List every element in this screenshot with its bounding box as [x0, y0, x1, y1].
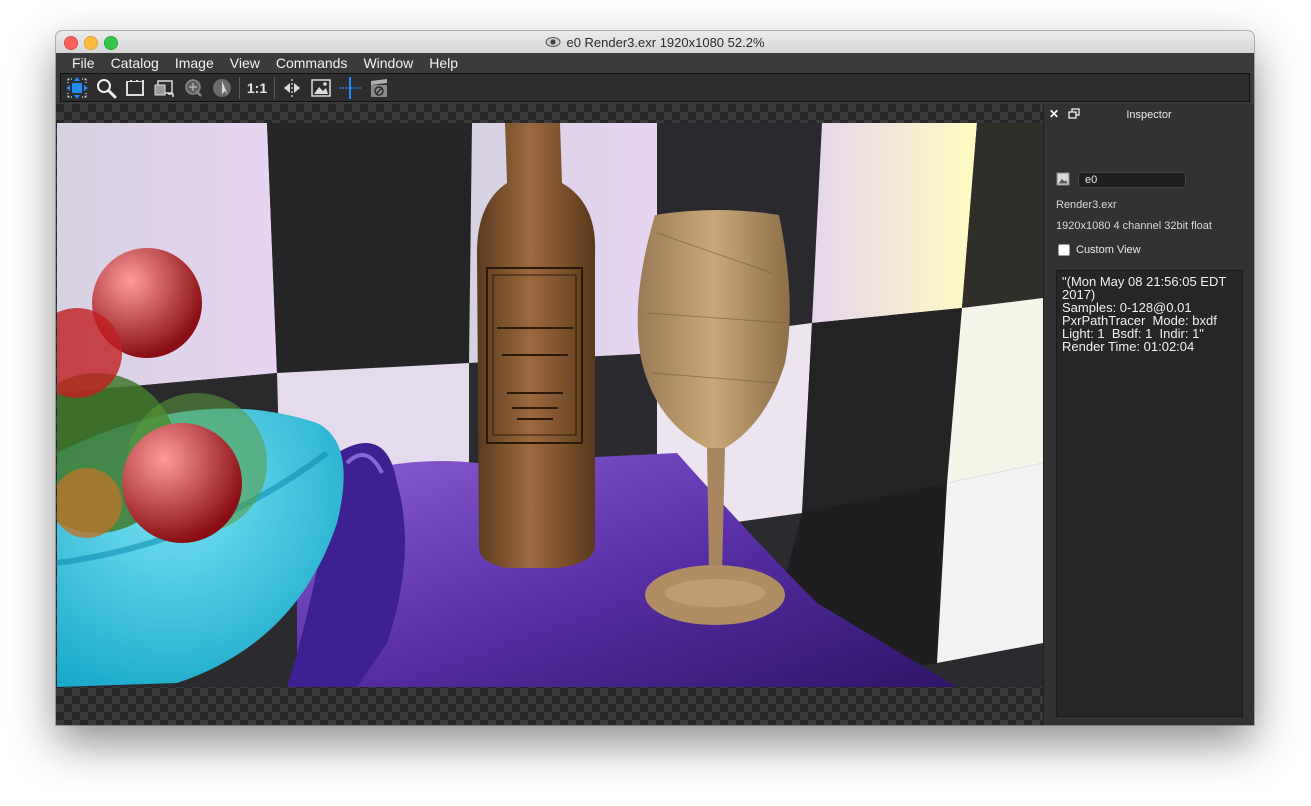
- color-picker-tool-button[interactable]: [209, 76, 235, 100]
- region-tool-button[interactable]: [151, 76, 177, 100]
- eye-icon: [545, 37, 561, 47]
- rendered-scene-image: [57, 123, 1043, 687]
- toolbar-divider: [274, 76, 275, 99]
- image-info-label: 1920x1080 4 channel 32bit float: [1056, 220, 1212, 232]
- menu-image[interactable]: Image: [167, 53, 222, 73]
- inspector-header: ✕ Inspector: [1044, 104, 1254, 126]
- menu-help[interactable]: Help: [421, 53, 466, 73]
- region-icon: [154, 79, 174, 97]
- menu-catalog[interactable]: Catalog: [103, 53, 167, 73]
- clapper-button[interactable]: [366, 76, 392, 100]
- image-view-button[interactable]: [308, 76, 334, 100]
- file-name-label: Render3.exr: [1056, 199, 1117, 211]
- zoom-icon: [97, 78, 117, 98]
- window-title: e0 Render3.exr 1920x1080 52.2%: [566, 34, 765, 50]
- custom-view-label: Custom View: [1076, 244, 1141, 256]
- image-viewport[interactable]: [56, 104, 1043, 725]
- window-title-wrap: e0 Render3.exr 1920x1080 52.2%: [56, 31, 1254, 53]
- crop-icon: [126, 78, 144, 96]
- one-to-one-button[interactable]: 1:1: [244, 76, 270, 100]
- menu-window[interactable]: Window: [355, 53, 421, 73]
- image-icon: [1056, 172, 1070, 186]
- menu-file[interactable]: File: [64, 53, 103, 73]
- title-bar[interactable]: e0 Render3.exr 1920x1080 52.2%: [56, 31, 1254, 54]
- magnify-region-tool-button[interactable]: [180, 76, 206, 100]
- crosshair-icon: [339, 76, 361, 99]
- image-name-field[interactable]: [1078, 172, 1186, 188]
- pan-icon: [66, 76, 88, 99]
- metadata-text-area[interactable]: "(Mon May 08 21:56:05 EDT 2017) Samples:…: [1056, 270, 1243, 717]
- toolbar: 1:1: [60, 73, 1250, 102]
- one-to-one-label: 1:1: [246, 79, 268, 96]
- menu-commands[interactable]: Commands: [268, 53, 356, 73]
- toolbar-divider: [239, 76, 240, 99]
- crosshair-button[interactable]: [337, 76, 363, 100]
- crop-tool-button[interactable]: [122, 76, 148, 100]
- zoom-tool-button[interactable]: [93, 76, 119, 100]
- pan-tool-button[interactable]: [64, 76, 90, 100]
- flip-button[interactable]: [279, 76, 305, 100]
- clapper-icon: [371, 78, 387, 97]
- magnify-region-icon: [185, 78, 202, 97]
- menu-bar: File Catalog Image View Commands Window …: [56, 53, 1254, 73]
- inspector-title: Inspector: [1126, 109, 1172, 121]
- flip-icon: [284, 78, 300, 97]
- render-image[interactable]: [57, 123, 1043, 687]
- custom-view-checkbox[interactable]: [1058, 244, 1070, 256]
- image-icon: [311, 78, 331, 97]
- menu-view[interactable]: View: [222, 53, 268, 73]
- inspector-panel: ✕ Inspector Render3.exr 1920x1080 4 chan…: [1043, 104, 1254, 725]
- color-picker-icon: [213, 78, 231, 97]
- app-window: e0 Render3.exr 1920x1080 52.2% File Cata…: [56, 31, 1254, 725]
